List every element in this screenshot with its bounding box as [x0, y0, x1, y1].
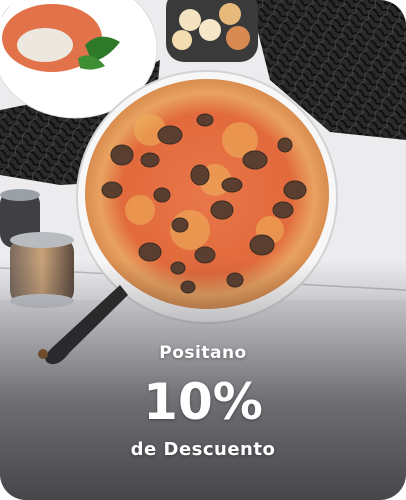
restaurant-name: Positano	[159, 343, 247, 363]
promo-card[interactable]: Positano 10% de Descuento	[0, 0, 406, 500]
discount-label: de Descuento	[130, 439, 276, 460]
discount-value: 10%	[143, 373, 263, 431]
